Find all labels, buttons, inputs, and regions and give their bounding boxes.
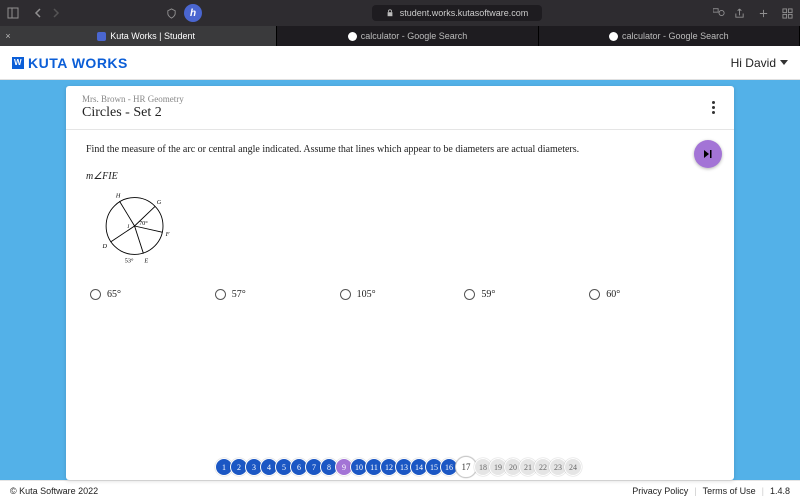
radio-icon xyxy=(340,289,351,300)
terms-link[interactable]: Terms of Use xyxy=(703,486,756,496)
user-menu[interactable]: Hi David xyxy=(731,56,788,70)
url-text: student.works.kutasoftware.com xyxy=(400,8,529,18)
answer-choice[interactable]: 60° xyxy=(589,289,714,300)
answer-choice[interactable]: 57° xyxy=(215,289,340,300)
browser-tab[interactable]: Kuta Works | Student xyxy=(16,26,277,46)
tab-label: calculator - Google Search xyxy=(622,31,729,41)
browser-toolbar: h student.works.kutasoftware.com xyxy=(0,0,800,26)
point-label: H xyxy=(115,193,121,200)
logo-icon xyxy=(12,57,24,69)
assignment-title: Circles - Set 2 xyxy=(82,105,718,121)
address-bar[interactable]: student.works.kutasoftware.com xyxy=(372,5,543,21)
page-footer: © Kuta Software 2022 Privacy Policy | Te… xyxy=(0,480,800,500)
honey-extension-icon[interactable]: h xyxy=(184,4,202,22)
lock-icon xyxy=(386,9,394,17)
breadcrumb: Mrs. Brown - HR Geometry xyxy=(82,94,718,104)
radio-icon xyxy=(464,289,475,300)
close-tab-icon[interactable]: × xyxy=(0,26,16,46)
answer-choice[interactable]: 59° xyxy=(464,289,589,300)
browser-tabs: × Kuta Works | Student calculator - Goog… xyxy=(0,26,800,46)
geometry-diagram: H G F E D I 70° 53° xyxy=(94,186,714,269)
radio-icon xyxy=(589,289,600,300)
privacy-link[interactable]: Privacy Policy xyxy=(632,486,688,496)
next-question-button[interactable] xyxy=(694,140,722,168)
angle-label: 70° xyxy=(139,220,148,227)
favicon-icon xyxy=(609,32,618,41)
card-body: Find the measure of the arc or central a… xyxy=(66,130,734,480)
new-tab-icon[interactable] xyxy=(756,6,770,20)
answer-choice[interactable]: 65° xyxy=(90,289,215,300)
greeting-text: Hi David xyxy=(731,56,776,70)
question-label: m∠FIE xyxy=(86,171,714,182)
choice-label: 60° xyxy=(606,289,620,300)
reader-icon[interactable] xyxy=(712,6,726,20)
shield-icon[interactable] xyxy=(164,6,178,20)
chevron-down-icon xyxy=(780,60,788,65)
point-label: G xyxy=(157,199,162,206)
point-label: E xyxy=(143,257,148,264)
radio-icon xyxy=(215,289,226,300)
center-label: I xyxy=(126,224,129,230)
tab-label: calculator - Google Search xyxy=(361,31,468,41)
brand-text: KUTA WORKS xyxy=(28,55,128,71)
app-header: KUTA WORKS Hi David xyxy=(0,46,800,80)
choice-label: 59° xyxy=(481,289,495,300)
more-menu-icon[interactable] xyxy=(706,100,720,114)
brand-logo[interactable]: KUTA WORKS xyxy=(12,55,128,71)
tabs-overview-icon[interactable] xyxy=(780,6,794,20)
version-text: 1.4.8 xyxy=(770,486,790,496)
favicon-icon xyxy=(348,32,357,41)
point-label: F xyxy=(165,231,170,238)
question-pill[interactable]: 24 xyxy=(564,458,582,476)
sidebar-toggle-icon[interactable] xyxy=(6,6,20,20)
card-header: Mrs. Brown - HR Geometry Circles - Set 2 xyxy=(66,86,734,130)
answer-choices: 65° 57° 105° 59° 60° xyxy=(90,289,714,300)
question-navigator: 123456789101112131415161718192021222324 xyxy=(66,456,734,476)
browser-tab[interactable]: calculator - Google Search xyxy=(539,26,800,46)
angle-label: 53° xyxy=(125,257,134,264)
instructions-text: Find the measure of the arc or central a… xyxy=(86,144,714,155)
work-area: Mrs. Brown - HR Geometry Circles - Set 2… xyxy=(0,80,800,480)
choice-label: 105° xyxy=(357,289,376,300)
answer-choice[interactable]: 105° xyxy=(340,289,465,300)
forward-icon xyxy=(48,6,62,20)
assignment-card: Mrs. Brown - HR Geometry Circles - Set 2… xyxy=(66,86,734,480)
favicon-icon xyxy=(97,32,106,41)
back-icon[interactable] xyxy=(32,6,46,20)
choice-label: 65° xyxy=(107,289,121,300)
browser-tab[interactable]: calculator - Google Search xyxy=(277,26,538,46)
share-icon[interactable] xyxy=(732,6,746,20)
copyright-text: © Kuta Software 2022 xyxy=(10,486,98,496)
tab-label: Kuta Works | Student xyxy=(110,31,195,41)
point-label: D xyxy=(102,243,108,250)
radio-icon xyxy=(90,289,101,300)
choice-label: 57° xyxy=(232,289,246,300)
